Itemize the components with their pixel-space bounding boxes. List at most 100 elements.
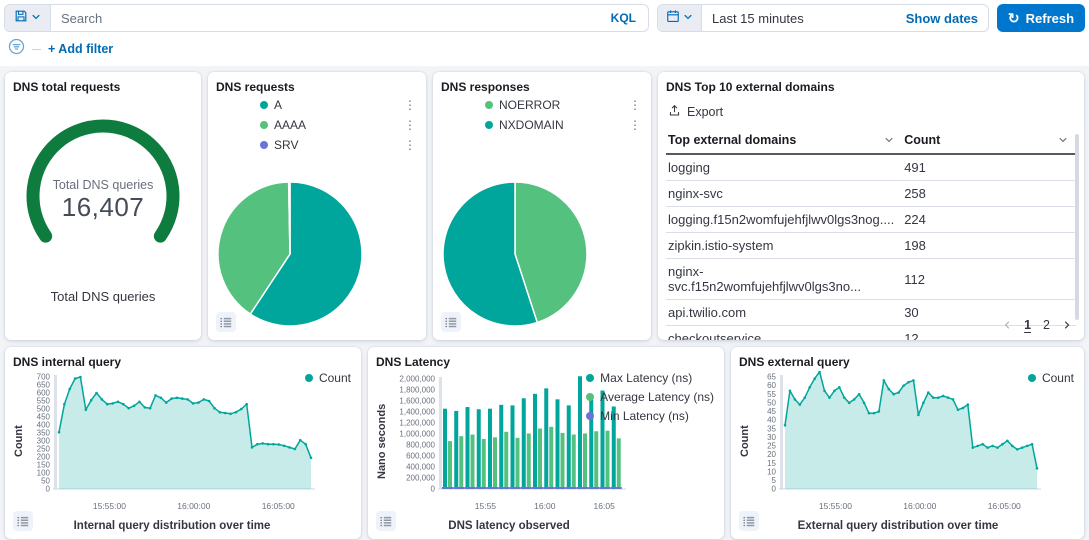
chart-legend: Count	[305, 371, 351, 385]
legend-item-menu-icon[interactable]: ⋮	[627, 98, 643, 112]
svg-text:25: 25	[767, 442, 776, 451]
panel-title[interactable]: DNS external query	[739, 355, 1076, 369]
legend-dot	[260, 141, 268, 149]
count-cell: 258	[902, 181, 1076, 207]
pagination-next-icon[interactable]	[1062, 320, 1072, 330]
panel-dns-latency: DNS Latency Nano seconds 0200,000400,000…	[368, 347, 724, 539]
panel-title[interactable]: DNS Latency	[376, 355, 716, 369]
legend-item-menu-icon[interactable]: ⋮	[627, 118, 643, 132]
x-axis-title: External query distribution over time	[753, 520, 1043, 532]
svg-text:1,400,000: 1,400,000	[399, 408, 435, 417]
panel-dns-internal-query: DNS internal query Count 050100150200250…	[5, 347, 361, 539]
legend-toggle-button[interactable]	[739, 511, 759, 531]
refresh-button[interactable]: ↻ Refresh	[997, 4, 1085, 32]
legend-item-a[interactable]: A⋮	[260, 98, 418, 112]
panel-top-external-domains: DNS Top 10 external domains Export Top e…	[658, 72, 1084, 340]
query-bar: KQL Last 15 minutes Show dates ↻ Refresh	[0, 0, 1089, 32]
svg-text:550: 550	[37, 397, 51, 406]
legend-toggle-button[interactable]	[376, 511, 396, 531]
legend-item-noerror[interactable]: NOERROR⋮	[485, 98, 643, 112]
panel-title[interactable]: DNS total requests	[13, 80, 193, 94]
svg-text:400: 400	[37, 421, 51, 430]
svg-text:20: 20	[767, 450, 776, 459]
svg-text:55: 55	[767, 390, 776, 399]
date-picker: Last 15 minutes Show dates	[657, 4, 989, 32]
kql-language-button[interactable]: KQL	[599, 5, 648, 31]
search-input[interactable]	[51, 5, 599, 31]
svg-text:45: 45	[767, 407, 776, 416]
legend-item-aaaa[interactable]: AAAA⋮	[260, 118, 418, 132]
legend-toggle-button[interactable]	[441, 312, 461, 332]
x-axis-title: DNS latency observed	[390, 520, 628, 532]
svg-text:2,000,000: 2,000,000	[399, 375, 435, 384]
chevron-down-icon	[31, 9, 41, 27]
legend-item-max-latency-ns-[interactable]: Max Latency (ns)	[586, 371, 714, 385]
requests-pie-chart	[216, 180, 364, 333]
table-row: nginx-svc.f15n2womfujehfjlwv0lgs3no...11…	[666, 259, 1076, 300]
legend-label: Min Latency (ns)	[600, 409, 689, 423]
show-dates-button[interactable]: Show dates	[896, 5, 988, 31]
svg-text:16:00:00: 16:00:00	[903, 501, 936, 511]
pagination-page-2[interactable]: 2	[1043, 318, 1050, 332]
svg-text:30: 30	[767, 433, 776, 442]
domain-cell: logging.f15n2womfujehfjlwv0lgs3nog....	[666, 207, 902, 233]
legend-item-menu-icon[interactable]: ⋮	[402, 138, 418, 152]
legend-dot	[305, 374, 313, 382]
gauge-bottom-label: Total DNS queries	[5, 289, 201, 304]
panel-dns-responses: DNS responses NOERROR⋮ NXDOMAIN⋮	[433, 72, 651, 340]
time-range-value[interactable]: Last 15 minutes	[702, 5, 896, 31]
column-header-count[interactable]: Count	[902, 128, 1076, 154]
legend-dot	[586, 393, 594, 401]
legend-item-menu-icon[interactable]: ⋮	[402, 118, 418, 132]
filter-funnel-icon[interactable]	[8, 38, 25, 60]
svg-text:600: 600	[37, 389, 51, 398]
legend-item-count[interactable]: Count	[305, 371, 351, 385]
pagination-prev-icon[interactable]	[1002, 320, 1012, 330]
legend-item-count[interactable]: Count	[1028, 371, 1074, 385]
svg-text:0: 0	[772, 485, 777, 494]
total-queries-gauge: Total DNS queries 16,407	[13, 112, 193, 277]
legend-dot	[586, 374, 594, 382]
svg-text:1,000,000: 1,000,000	[399, 430, 435, 439]
svg-text:200,000: 200,000	[406, 474, 435, 483]
column-header-domains[interactable]: Top external domains	[666, 128, 902, 154]
panel-dns-total-requests: DNS total requests Total DNS queries 16,…	[5, 72, 201, 340]
count-cell: 112	[902, 259, 1076, 300]
legend-item-menu-icon[interactable]: ⋮	[402, 98, 418, 112]
pagination-page-1[interactable]: 1	[1024, 318, 1031, 332]
filter-divider	[32, 49, 41, 50]
table-pagination: 12	[1002, 318, 1072, 332]
legend-toggle-button[interactable]	[13, 511, 33, 531]
svg-text:15:55:00: 15:55:00	[93, 501, 126, 511]
legend-item-srv[interactable]: SRV⋮	[260, 138, 418, 152]
legend-dot	[485, 121, 493, 129]
external-query-area-chart: 0510152025303540455055606515:55:0016:00:…	[753, 371, 1043, 516]
table-scrollbar[interactable]	[1075, 134, 1079, 320]
panel-title[interactable]: DNS internal query	[13, 355, 353, 369]
filter-bar: + Add filter	[0, 32, 1089, 66]
domain-cell: api.twilio.com	[666, 300, 902, 326]
legend-item-average-latency-ns-[interactable]: Average Latency (ns)	[586, 390, 714, 404]
svg-text:16:00: 16:00	[534, 501, 556, 511]
domain-cell: zipkin.istio-system	[666, 233, 902, 259]
svg-text:5: 5	[772, 476, 777, 485]
table-row: logging.f15n2womfujehfjlwv0lgs3nog....22…	[666, 207, 1076, 233]
list-icon	[379, 515, 393, 527]
domain-cell: nginx-svc	[666, 181, 902, 207]
panel-title[interactable]: DNS Top 10 external domains	[666, 80, 1076, 94]
add-filter-button[interactable]: + Add filter	[48, 42, 113, 56]
panel-title[interactable]: DNS requests	[216, 80, 418, 94]
svg-text:16:05:00: 16:05:00	[988, 501, 1021, 511]
export-button[interactable]: Export	[668, 104, 738, 120]
legend-item-nxdomain[interactable]: NXDOMAIN⋮	[485, 118, 643, 132]
saved-query-menu-button[interactable]	[5, 5, 51, 31]
count-cell: 198	[902, 233, 1076, 259]
panel-title[interactable]: DNS responses	[441, 80, 643, 94]
legend-dot	[485, 101, 493, 109]
svg-text:800,000: 800,000	[406, 441, 435, 450]
svg-text:50: 50	[41, 477, 50, 486]
legend-item-min-latency-ns-[interactable]: Min Latency (ns)	[586, 409, 714, 423]
legend-toggle-button[interactable]	[216, 312, 236, 332]
count-cell: 491	[902, 154, 1076, 181]
quick-select-menu-button[interactable]	[658, 5, 702, 31]
